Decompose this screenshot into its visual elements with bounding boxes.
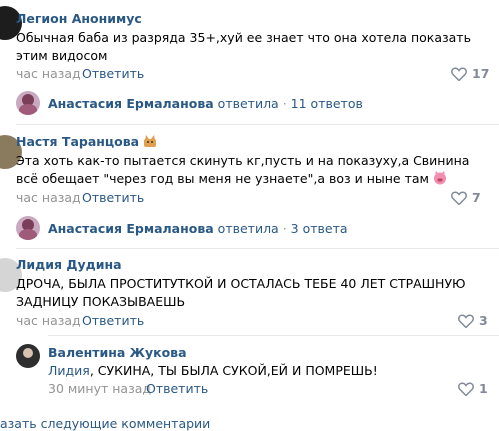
- reply-button[interactable]: Ответить: [82, 313, 144, 328]
- reply-button[interactable]: Ответить: [146, 381, 208, 396]
- thread-count[interactable]: 3 ответа: [291, 221, 348, 236]
- replies-thread-link[interactable]: Анастасия Ермаланова ответила · 11 ответ…: [48, 96, 363, 111]
- avatar[interactable]: [16, 91, 40, 115]
- thread-verb: ответила: [217, 96, 279, 111]
- comment-text: ДРОЧА, БЫЛА ПРОСТИТУТКОЙ И ОСТАЛАСЬ ТЕБЕ…: [16, 276, 466, 309]
- avatar[interactable]: [16, 344, 40, 368]
- comment-time[interactable]: час назад: [16, 190, 81, 205]
- divider: [48, 335, 499, 336]
- like-button[interactable]: 3: [458, 313, 488, 328]
- like-button[interactable]: 17: [451, 66, 489, 81]
- thread-separator: ·: [282, 96, 287, 111]
- thread-count[interactable]: 11 ответов: [291, 96, 363, 111]
- like-count: 17: [472, 66, 490, 81]
- reply-button[interactable]: Ответить: [82, 66, 144, 81]
- comment-time[interactable]: 30 минут назад: [48, 381, 151, 396]
- comment-author[interactable]: Легион Анонимус: [16, 11, 142, 26]
- show-more-comments-link[interactable]: азать следующие комментарии: [0, 416, 210, 431]
- like-count: 1: [479, 381, 488, 396]
- comment-time[interactable]: час назад: [16, 313, 81, 328]
- heart-icon: [451, 66, 467, 81]
- thread-verb: ответила: [217, 221, 279, 236]
- comment-author[interactable]: Валентина Жукова: [48, 345, 187, 360]
- heart-icon: [458, 381, 474, 396]
- comment-author[interactable]: Лидия Дудина: [16, 257, 122, 272]
- mention-link[interactable]: Лидия: [48, 363, 90, 378]
- thread-author[interactable]: Анастасия Ермаланова: [48, 221, 214, 236]
- thread-author[interactable]: Анастасия Ермаланова: [48, 96, 214, 111]
- like-count: 7: [472, 190, 481, 205]
- like-button[interactable]: 7: [451, 190, 481, 205]
- heart-icon: [451, 190, 467, 205]
- avatar[interactable]: [16, 216, 40, 240]
- like-button[interactable]: 1: [458, 381, 488, 396]
- replies-thread-link[interactable]: Анастасия Ермаланова ответила · 3 ответа: [48, 221, 348, 236]
- cat-emoji-icon: [144, 135, 157, 147]
- comment-text: Обычная баба из разряда 35+,хуй ее знает…: [16, 30, 471, 63]
- heart-icon: [458, 313, 474, 328]
- comment-text: Эта хоть как-то пытается скинуть кг,пуст…: [16, 153, 470, 186]
- like-count: 3: [479, 313, 488, 328]
- thread-separator: ·: [282, 221, 287, 236]
- comment-text: Лидия, СУКИНА, ТЫ БЫЛА СУКОЙ,ЕЙ И ПОМРЕШ…: [48, 363, 378, 378]
- comment-time[interactable]: час назад: [16, 66, 81, 81]
- divider: [16, 124, 499, 125]
- pig-emoji-icon: [433, 171, 446, 185]
- comment-author[interactable]: Настя Таранцова: [16, 134, 157, 149]
- divider: [16, 248, 499, 249]
- reply-button[interactable]: Ответить: [82, 190, 144, 205]
